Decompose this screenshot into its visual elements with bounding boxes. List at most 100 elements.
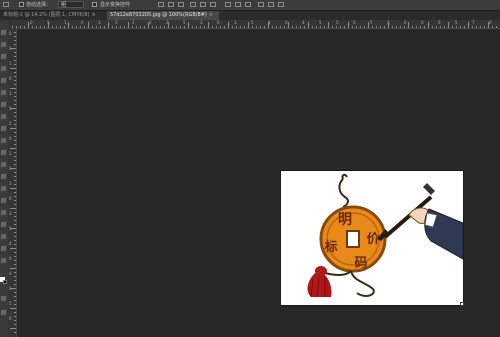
- ruler-tick: [252, 26, 253, 28]
- ruler-tick: [380, 26, 381, 28]
- eyedropper-tool-icon[interactable]: [1, 90, 6, 95]
- document-image[interactable]: 明 价 标 码: [281, 171, 464, 305]
- ruler-tick: [416, 26, 417, 28]
- ruler-tick: [14, 272, 16, 273]
- ruler-tick: [216, 26, 217, 28]
- ruler-label: 3: [234, 20, 237, 25]
- ruler-tick: [376, 26, 377, 28]
- history-brush-tool-icon[interactable]: [1, 138, 6, 143]
- ruler-tick: [328, 22, 329, 28]
- ruler-tick: [436, 26, 437, 28]
- stamp-tool-icon[interactable]: [1, 126, 6, 131]
- align-vcenter-icon[interactable]: [168, 2, 174, 7]
- ruler-tick: [484, 26, 485, 28]
- tab-untitled-1[interactable]: 未标题-1 @ 14.2% (图层 1, CMYK/8) ×: [0, 11, 106, 20]
- ruler-tick: [124, 26, 125, 28]
- ruler-tick: [112, 26, 113, 28]
- move-tool-icon[interactable]: [1, 30, 6, 35]
- ruler-tick: [56, 26, 57, 28]
- distribute-left-icon[interactable]: [258, 2, 264, 7]
- tab-57d12e8703205[interactable]: 57d12e8703205.jpg @ 100%(RGB/8#) ×: [107, 11, 219, 20]
- distribute-right-icon[interactable]: [278, 2, 284, 7]
- close-icon[interactable]: ×: [92, 12, 96, 18]
- ruler-tick: [10, 128, 16, 129]
- screen-mode-icon[interactable]: [1, 310, 6, 315]
- ruler-tick: [264, 26, 265, 28]
- healing-tool-icon[interactable]: [1, 102, 6, 107]
- ruler-tick: [100, 26, 101, 28]
- brush-tool-icon[interactable]: [1, 114, 6, 119]
- ruler-tick: [236, 26, 237, 28]
- ruler-tick: [308, 22, 309, 28]
- tab-label: 57d12e8703205.jpg @ 100%(RGB/8#): [110, 12, 207, 18]
- resize-handle[interactable]: [460, 302, 464, 306]
- ruler-label: 0: [9, 76, 12, 81]
- ruler-tick: [160, 26, 161, 28]
- auto-select-checkbox[interactable]: [19, 2, 24, 7]
- dodge-tool-icon[interactable]: [1, 186, 6, 191]
- marquee-tool-icon[interactable]: [1, 42, 6, 47]
- ruler-tick: [10, 68, 16, 69]
- ruler-label: 2: [132, 20, 135, 25]
- ruler-tick: [304, 26, 305, 28]
- ruler-label: 2: [9, 121, 12, 126]
- ruler-tick: [92, 26, 93, 28]
- crop-tool-icon[interactable]: [1, 78, 6, 83]
- hand-tool-icon[interactable]: [1, 246, 6, 251]
- ruler-tick: [348, 22, 349, 28]
- ruler-tick: [492, 26, 493, 28]
- ruler-label: 2: [9, 151, 12, 156]
- align-top-icon[interactable]: [158, 2, 164, 7]
- ruler-tick: [452, 26, 453, 28]
- ruler-tick: [296, 26, 297, 28]
- gradient-tool-icon[interactable]: [1, 162, 6, 167]
- move-tool-icon[interactable]: [3, 2, 9, 7]
- blur-tool-icon[interactable]: [1, 174, 6, 179]
- align-left-icon[interactable]: [190, 2, 196, 7]
- ruler-tick: [20, 26, 21, 28]
- close-icon[interactable]: ×: [209, 12, 213, 18]
- ruler-tick: [14, 256, 16, 257]
- auto-select-dropdown[interactable]: 组: [58, 1, 84, 8]
- ruler-label: 6: [404, 20, 407, 25]
- quick-mask-icon[interactable]: [1, 296, 6, 301]
- ruler-tick: [14, 244, 16, 245]
- distribute-bottom-icon[interactable]: [245, 2, 251, 7]
- align-bottom-icon[interactable]: [178, 2, 184, 7]
- ruler-tick: [14, 304, 16, 305]
- quick-select-tool-icon[interactable]: [1, 66, 6, 71]
- distribute-vcenter-icon[interactable]: [235, 2, 241, 7]
- show-transform-checkbox[interactable]: [92, 2, 97, 7]
- type-tool-icon[interactable]: [1, 210, 6, 215]
- ruler-tick: [332, 26, 333, 28]
- background-color-swatch[interactable]: [3, 280, 7, 284]
- ruler-tick: [180, 26, 181, 28]
- ruler-tick: [232, 26, 233, 28]
- ruler-tick: [300, 26, 301, 28]
- pen-tool-icon[interactable]: [1, 198, 6, 203]
- lasso-tool-icon[interactable]: [1, 54, 6, 59]
- distribute-top-icon[interactable]: [225, 2, 231, 7]
- ruler-tick: [368, 22, 369, 28]
- ruler-tick: [284, 26, 285, 28]
- ruler-label: 0: [9, 316, 12, 321]
- ruler-label: 5: [9, 106, 12, 111]
- ruler-label: 2: [166, 20, 169, 25]
- ruler-tick: [88, 22, 89, 28]
- path-select-tool-icon[interactable]: [1, 222, 6, 227]
- eraser-tool-icon[interactable]: [1, 150, 6, 155]
- ruler-tick: [14, 280, 16, 281]
- shape-tool-icon[interactable]: [1, 234, 6, 239]
- ruler-tick: [14, 300, 16, 301]
- align-hcenter-icon[interactable]: [200, 2, 206, 7]
- zoom-tool-icon[interactable]: [1, 258, 6, 263]
- ruler-tick: [14, 132, 16, 133]
- ruler-tick: [480, 26, 481, 28]
- ruler-tick: [476, 26, 477, 28]
- ruler-label: 5: [9, 286, 12, 291]
- ruler-label: 0: [149, 20, 152, 25]
- distribute-hcenter-icon[interactable]: [268, 2, 274, 7]
- ruler-tick: [228, 22, 229, 28]
- ruler-tick: [272, 26, 273, 28]
- align-right-icon[interactable]: [210, 2, 216, 7]
